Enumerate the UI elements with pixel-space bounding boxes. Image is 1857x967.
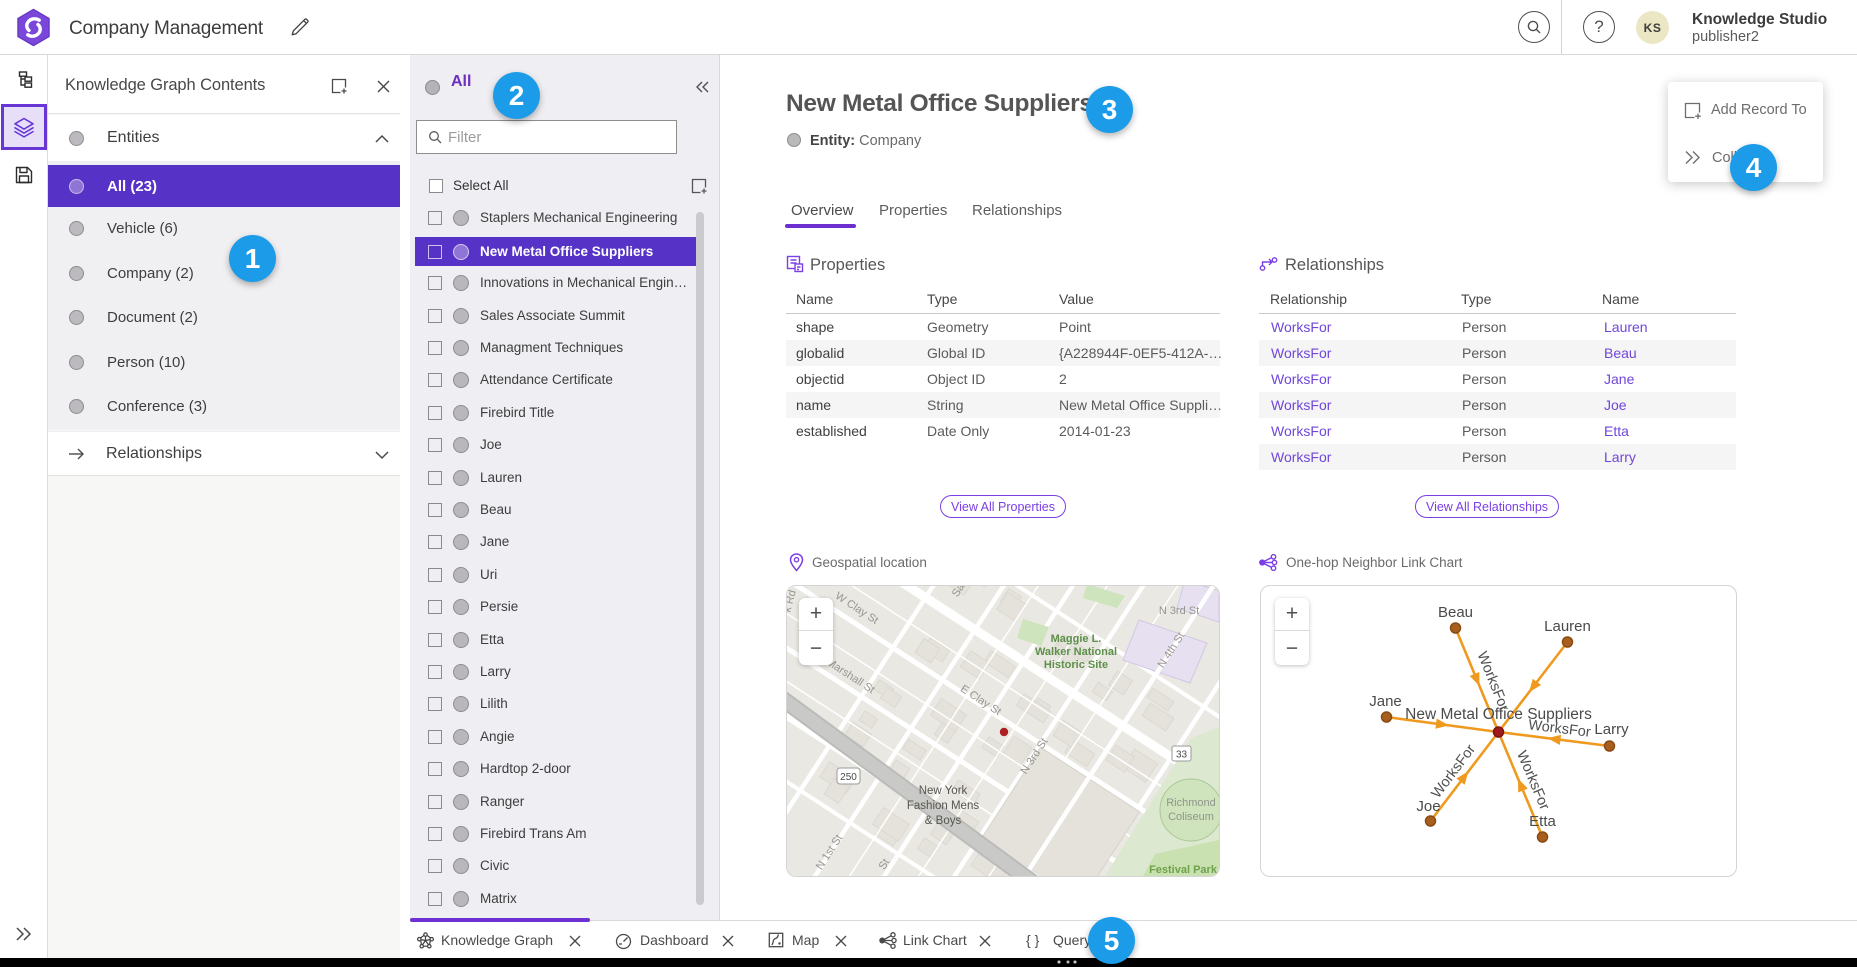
svg-text:Larry: Larry [1594, 721, 1629, 738]
svg-text:N 3rd St: N 3rd St [1159, 605, 1199, 617]
svg-text:New Metal Office Suppliers: New Metal Office Suppliers [1405, 706, 1592, 723]
svg-text:Lauren: Lauren [1544, 618, 1591, 635]
svg-text:Historic Site: Historic Site [1044, 659, 1108, 671]
svg-text:Beau: Beau [1437, 604, 1472, 621]
svg-text:Walker National: Walker National [1035, 646, 1117, 658]
svg-text:Joe: Joe [1416, 798, 1440, 815]
svg-text:Jane: Jane [1369, 693, 1402, 710]
svg-text:Maggie L.: Maggie L. [1051, 633, 1102, 645]
svg-text:Festival Park: Festival Park [1149, 864, 1218, 876]
svg-text:Etta: Etta [1529, 813, 1556, 830]
svg-text:& Boys: & Boys [925, 815, 962, 827]
svg-text:250: 250 [840, 772, 857, 783]
svg-text:Coliseum: Coliseum [1168, 811, 1214, 823]
svg-text:Richmond: Richmond [1166, 797, 1216, 809]
svg-text:33: 33 [1176, 750, 1188, 761]
svg-text:Fashion Mens: Fashion Mens [907, 800, 979, 812]
svg-text:New York: New York [919, 785, 968, 797]
